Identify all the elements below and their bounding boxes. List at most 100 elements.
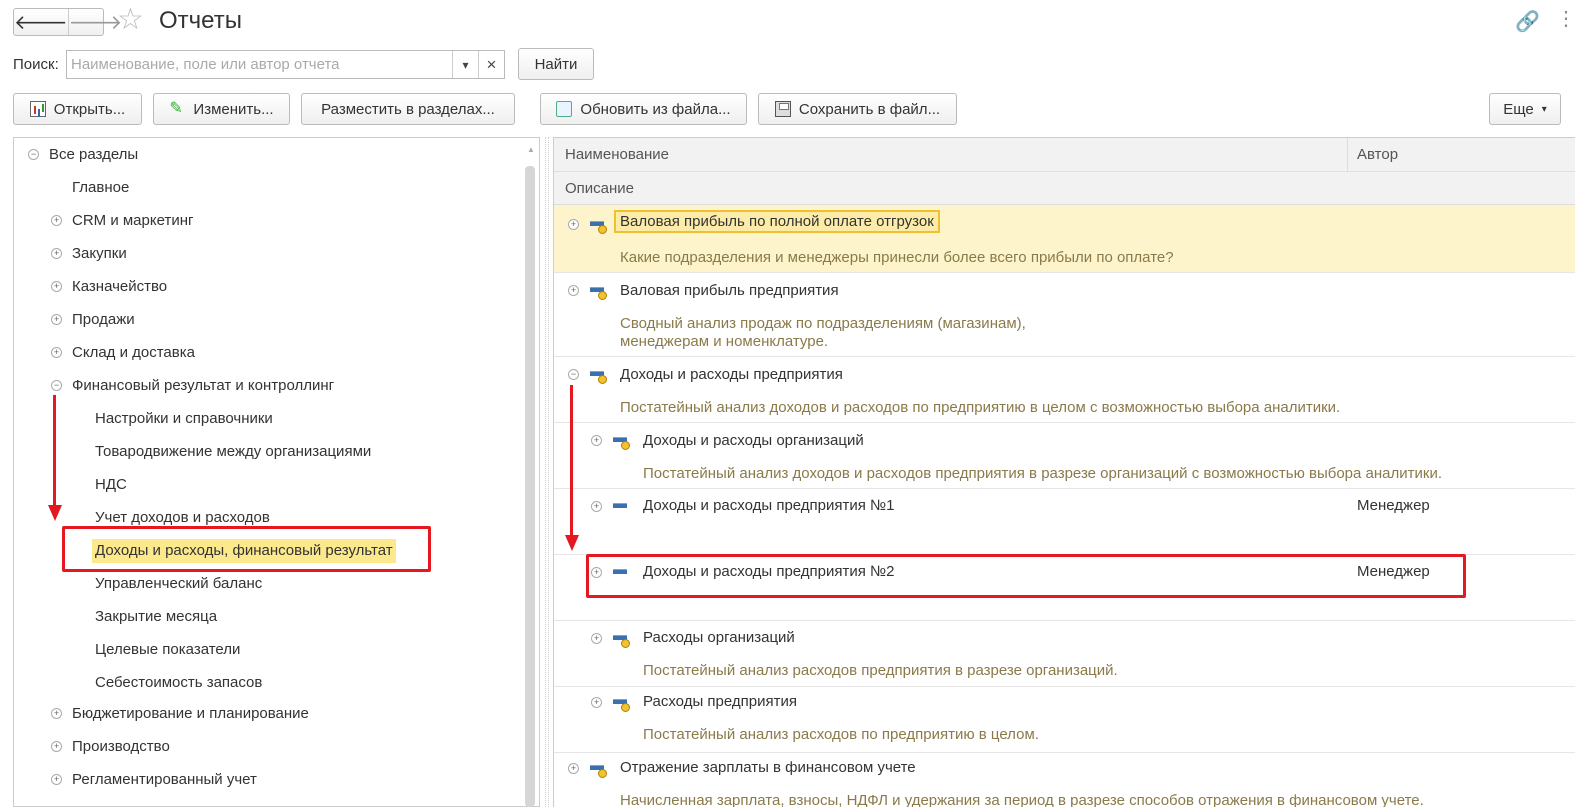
more-vertical-icon[interactable]: ⋮: [1556, 6, 1575, 31]
annotation-arrow-left: [53, 395, 56, 507]
table-row[interactable]: + Доходы и расходы организаций Постатейн…: [554, 423, 1575, 489]
tree-item-cost[interactable]: Себестоимость запасов: [95, 671, 262, 695]
expand-icon[interactable]: +: [51, 774, 62, 785]
tree-item-label: Закупки: [72, 245, 127, 262]
tree-item-finance[interactable]: − Финансовый результат и контроллинг: [51, 374, 335, 398]
expand-icon[interactable]: +: [591, 501, 602, 512]
tree-item-intercompany[interactable]: Товародвижение между организациями: [95, 440, 371, 464]
place-in-sections-button[interactable]: Разместить в разделах...: [301, 93, 515, 125]
expand-icon[interactable]: +: [51, 708, 62, 719]
open-button[interactable]: Открыть...: [13, 93, 142, 125]
tree-item-balance[interactable]: Управленческий баланс: [95, 572, 262, 596]
report-name: Отражение зарплаты в финансовом учете: [620, 759, 916, 776]
tree-item-main[interactable]: Главное: [72, 176, 129, 200]
search-dropdown-button[interactable]: ▾: [452, 51, 478, 78]
search-input[interactable]: [67, 51, 452, 78]
grid-subheader: Описание: [554, 172, 1575, 205]
report-name: Расходы организаций: [643, 629, 795, 646]
expand-icon[interactable]: +: [51, 314, 62, 325]
tree-item-crm[interactable]: + CRM и маркетинг: [51, 209, 194, 233]
report-option-icon: [613, 435, 630, 450]
tree-scrollbar[interactable]: [525, 166, 535, 807]
search-field: ▾ ×: [66, 50, 505, 79]
report-description: Постатейный анализ доходов и расходов пр…: [643, 465, 1442, 482]
tree-item-vat[interactable]: НДС: [95, 473, 127, 497]
more-button[interactable]: Еще ▾: [1489, 93, 1561, 125]
table-row[interactable]: + Доходы и расходы предприятия №1 Менедж…: [554, 489, 1575, 555]
report-description: Постатейный анализ доходов и расходов по…: [620, 399, 1341, 416]
report-name: Доходы и расходы предприятия №1: [643, 497, 895, 514]
column-header-author[interactable]: Автор: [1357, 146, 1398, 163]
expand-icon[interactable]: +: [51, 347, 62, 358]
report-option-icon: [613, 697, 630, 712]
expand-icon[interactable]: +: [591, 435, 602, 446]
tree-root[interactable]: − Все разделы: [28, 143, 138, 167]
page-title: Отчеты: [159, 7, 242, 34]
report-name: Доходы и расходы предприятия: [620, 366, 843, 383]
history-nav: 🡐 🡒: [13, 8, 122, 36]
tree-item-targets[interactable]: Целевые показатели: [95, 638, 240, 662]
tree-item-label: Бюджетирование и планирование: [72, 705, 309, 722]
tree-item-label: Казначейство: [72, 278, 168, 295]
edit-button[interactable]: ✎ Изменить...: [153, 93, 290, 125]
table-row[interactable]: − Доходы и расходы предприятия Постатейн…: [554, 357, 1575, 423]
floppy-disk-icon: [774, 101, 791, 117]
report-chart-icon: [29, 101, 46, 117]
expand-icon[interactable]: +: [568, 219, 579, 230]
collapse-icon[interactable]: −: [51, 380, 62, 391]
panel-splitter[interactable]: [545, 137, 549, 807]
column-header-description[interactable]: Описание: [565, 180, 634, 197]
back-button[interactable]: 🡐: [14, 9, 68, 35]
report-option-icon: [590, 369, 607, 384]
expand-icon[interactable]: +: [568, 285, 579, 296]
expand-icon[interactable]: +: [51, 281, 62, 292]
save-label: Сохранить в файл...: [798, 100, 941, 118]
save-to-file-button[interactable]: Сохранить в файл...: [758, 93, 957, 125]
report-description: Постатейный анализ расходов предприятия …: [643, 662, 1118, 679]
scroll-up-icon[interactable]: ▲: [527, 145, 535, 154]
tree-item-purchases[interactable]: + Закупки: [51, 242, 127, 266]
tree-item-label: CRM и маркетинг: [72, 212, 194, 229]
table-row[interactable]: + Валовая прибыль предприятия Сводный ан…: [554, 273, 1575, 357]
update-from-file-button[interactable]: Обновить из файла...: [540, 93, 747, 125]
favorite-star-icon[interactable]: ☆: [117, 5, 144, 35]
tree-item-month-close[interactable]: Закрытие месяца: [95, 605, 217, 629]
annotation-arrow-right: [570, 385, 573, 537]
find-button[interactable]: Найти: [518, 48, 594, 80]
tree-item-label: Производство: [72, 738, 170, 755]
report-description: Сводный анализ продаж по подразделениям …: [620, 315, 1026, 350]
table-row[interactable]: + Расходы организаций Постатейный анализ…: [554, 621, 1575, 687]
column-header-name[interactable]: Наименование: [565, 146, 669, 163]
tree-item-regulated[interactable]: + Регламентированный учет: [51, 768, 257, 792]
collapse-icon[interactable]: −: [28, 149, 39, 160]
report-name: Доходы и расходы организаций: [643, 432, 864, 449]
tree-item-label: Финансовый результат и контроллинг: [72, 377, 335, 394]
search-clear-button[interactable]: ×: [478, 51, 504, 78]
expand-icon[interactable]: +: [591, 697, 602, 708]
expand-icon[interactable]: +: [51, 215, 62, 226]
annotation-arrow-left-head: [48, 505, 62, 521]
tree-item-label: Продажи: [72, 311, 135, 328]
collapse-icon[interactable]: −: [568, 369, 579, 380]
expand-icon[interactable]: +: [568, 763, 579, 774]
tree-item-settings[interactable]: Настройки и справочники: [95, 407, 273, 431]
tree-item-production[interactable]: + Производство: [51, 735, 170, 759]
tree-item-treasury[interactable]: + Казначейство: [51, 275, 168, 299]
sections-tree: − Все разделы Главное + CRM и маркетинг …: [13, 137, 540, 807]
report-option-icon: [590, 219, 607, 234]
expand-icon[interactable]: +: [51, 248, 62, 259]
table-row[interactable]: + Валовая прибыль по полной оплате отгру…: [554, 205, 1575, 273]
tree-item-sales[interactable]: + Продажи: [51, 308, 135, 332]
expand-icon[interactable]: +: [591, 633, 602, 644]
grid-header: Наименование Автор: [554, 138, 1575, 172]
tree-item-budgeting[interactable]: + Бюджетирование и планирование: [51, 702, 309, 726]
expand-icon[interactable]: +: [51, 741, 62, 752]
table-row[interactable]: + Отражение зарплаты в финансовом учете …: [554, 753, 1575, 807]
report-description: Начисленная зарплата, взносы, НДФЛ и уде…: [620, 792, 1424, 807]
tree-item-warehouse[interactable]: + Склад и доставка: [51, 341, 195, 365]
forward-button[interactable]: 🡒: [67, 9, 122, 35]
column-divider[interactable]: [1347, 138, 1348, 172]
edit-label: Изменить...: [193, 100, 274, 118]
link-icon[interactable]: 🔗: [1515, 9, 1540, 34]
table-row[interactable]: + Расходы предприятия Постатейный анализ…: [554, 687, 1575, 753]
